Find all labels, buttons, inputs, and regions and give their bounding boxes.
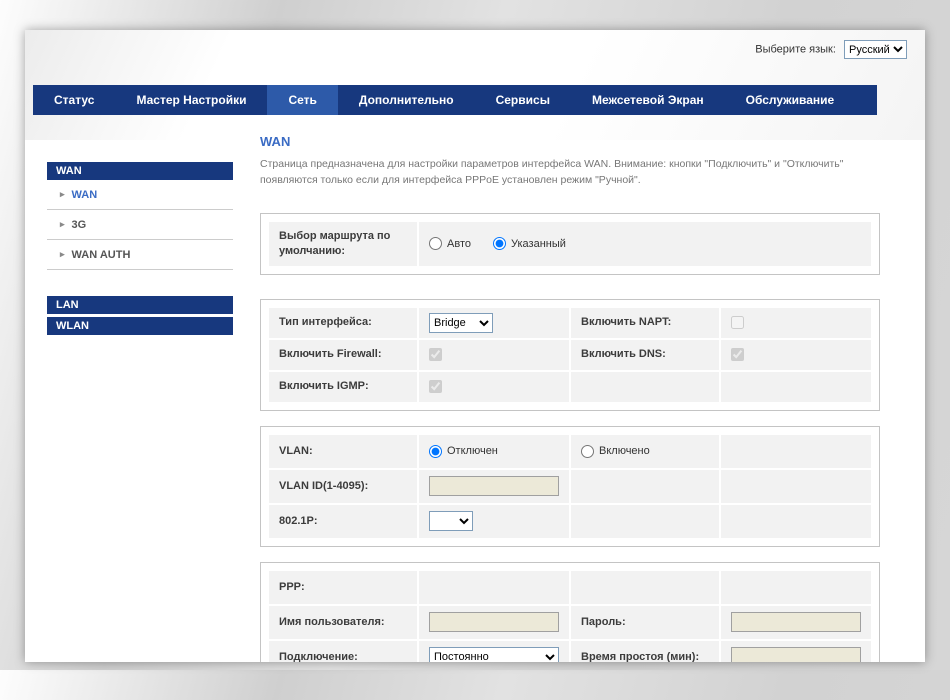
empty-cell [419, 570, 569, 604]
dns-cell [721, 339, 871, 370]
empty-cell [571, 570, 719, 604]
arrow-icon: ▸ [60, 219, 65, 229]
sidebar-item-label: 3G [71, 218, 87, 231]
vlan-off-label: Отключен [447, 445, 498, 458]
nav-item-wizard[interactable]: Мастер Настройки [115, 85, 267, 115]
empty-cell [571, 469, 719, 503]
sidebar: WAN ▸ WAN ▸ 3G ▸ WAN AUTH LAN WLAN [47, 162, 233, 662]
sidebar-header-wlan[interactable]: WLAN [47, 317, 233, 335]
igmp-checkbox [429, 380, 442, 394]
nav-item-maintenance[interactable]: Обслуживание [725, 85, 856, 115]
route-auto-radio[interactable] [429, 237, 442, 251]
route-options-cell: Авто Указанный [419, 221, 871, 266]
idle-time-input [731, 647, 861, 662]
vlan-label: VLAN: [269, 434, 417, 468]
route-label: Выбор маршрута по умолчанию: [269, 221, 417, 266]
dns-label: Включить DNS: [571, 339, 719, 370]
ppp-label: PPP: [269, 570, 417, 604]
napt-cell [721, 307, 871, 338]
sidebar-item-3g[interactable]: ▸ 3G [47, 210, 233, 240]
page-description: Страница предназначена для настройки пар… [260, 158, 844, 187]
nav-item-network[interactable]: Сеть [267, 85, 338, 115]
empty-cell [721, 434, 871, 468]
vlan-off-option: Отключен [429, 444, 498, 458]
firewall-cell [419, 339, 569, 370]
vlan-on-label: Включено [599, 445, 650, 458]
username-label: Имя пользователя: [269, 605, 417, 639]
interface-type-select[interactable]: Bridge [429, 312, 493, 333]
napt-checkbox [731, 316, 744, 330]
password-input [731, 612, 861, 633]
sidebar-item-label: WAN [71, 188, 98, 201]
route-specified-radio[interactable] [492, 237, 506, 251]
page-card: Выберите язык: Русский Статус Мастер Нас… [25, 30, 925, 662]
route-auto-option: Авто [429, 237, 471, 251]
igmp-cell [419, 371, 569, 402]
dns-checkbox [731, 348, 744, 362]
priority-label: 802.1P: [269, 504, 417, 538]
vlan-off-cell: Отключен [419, 434, 569, 468]
arrow-icon: ▸ [60, 189, 65, 199]
empty-cell [721, 371, 871, 402]
language-bar: Выберите язык: Русский [25, 30, 925, 59]
sidebar-wan-items: ▸ WAN ▸ 3G ▸ WAN AUTH [47, 180, 233, 270]
connection-label: Подключение: [269, 640, 417, 662]
language-label: Выберите язык: [755, 43, 836, 56]
empty-cell [571, 371, 719, 402]
idle-time-cell [721, 640, 871, 662]
vlan-on-radio[interactable] [581, 444, 594, 458]
firewall-label: Включить Firewall: [269, 339, 417, 370]
route-specified-label: Указанный [510, 237, 566, 250]
napt-label: Включить NAPT: [571, 307, 719, 338]
route-specified-option: Указанный [492, 237, 566, 251]
vlan-on-option: Включено [581, 444, 650, 458]
connection-select[interactable]: Постоянно [429, 647, 559, 662]
interface-type-label: Тип интерфейса: [269, 307, 417, 338]
password-cell [721, 605, 871, 639]
vlan-off-radio[interactable] [429, 444, 442, 458]
empty-cell [721, 504, 871, 538]
nav-item-status[interactable]: Статус [33, 85, 115, 115]
igmp-label: Включить IGMP: [269, 371, 417, 402]
empty-cell [571, 504, 719, 538]
route-section: Выбор маршрута по умолчанию: Авто Указан… [260, 212, 880, 275]
priority-select[interactable] [429, 511, 473, 532]
firewall-checkbox [429, 348, 442, 362]
nav-item-services[interactable]: Сервисы [475, 85, 571, 115]
interface-type-cell: Bridge [419, 307, 569, 338]
username-input [429, 612, 559, 633]
priority-cell [419, 504, 569, 538]
route-auto-label: Авто [447, 237, 471, 250]
sidebar-header-lan[interactable]: LAN [47, 296, 233, 314]
nav-item-advanced[interactable]: Дополнительно [338, 85, 475, 115]
ppp-section: PPP: Имя пользователя: Пароль: Подключен… [260, 561, 880, 662]
vlan-id-label: VLAN ID(1-4095): [269, 469, 417, 503]
vlan-id-input [429, 476, 559, 497]
empty-cell [721, 570, 871, 604]
main-panel: WAN Страница предназначена для настройки… [233, 115, 925, 662]
connection-cell: Постоянно [419, 640, 569, 662]
username-cell [419, 605, 569, 639]
arrow-icon: ▸ [60, 249, 65, 259]
sidebar-item-wan-auth[interactable]: ▸ WAN AUTH [47, 240, 233, 270]
content-area: WAN ▸ WAN ▸ 3G ▸ WAN AUTH LAN WLAN WAN С… [25, 115, 925, 662]
sidebar-item-label: WAN AUTH [71, 248, 131, 261]
idle-time-label: Время простоя (мин): [571, 640, 719, 662]
page-title: WAN [260, 134, 291, 149]
nav-item-firewall[interactable]: Межсетевой Экран [571, 85, 725, 115]
vlan-on-cell: Включено [571, 434, 719, 468]
sidebar-header-wan[interactable]: WAN [47, 162, 233, 180]
sidebar-item-wan[interactable]: ▸ WAN [47, 180, 233, 210]
empty-cell [721, 469, 871, 503]
language-select[interactable]: Русский [844, 40, 907, 59]
vlan-id-cell [419, 469, 569, 503]
vlan-section: VLAN: Отключен Включено VLAN ID(1-4095):… [260, 425, 880, 547]
password-label: Пароль: [571, 605, 719, 639]
main-nav: Статус Мастер Настройки Сеть Дополнитель… [33, 85, 877, 115]
interface-section: Тип интерфейса: Bridge Включить NAPT: Вк… [260, 298, 880, 411]
